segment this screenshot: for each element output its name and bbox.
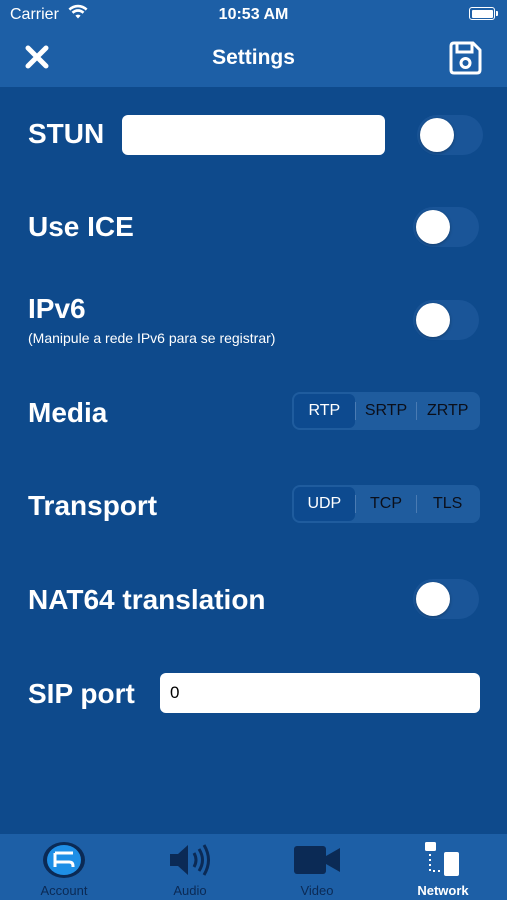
tab-network-label: Network [417, 883, 469, 898]
use-ice-toggle[interactable] [413, 207, 479, 247]
transport-option-udp[interactable]: UDP [294, 487, 355, 521]
sip-port-input[interactable]: 0 [160, 673, 480, 713]
page-title: Settings [212, 46, 295, 69]
network-icon [425, 842, 459, 876]
tab-bar: Account Audio Video Network [0, 834, 507, 900]
transport-option-tls[interactable]: TLS [417, 487, 478, 521]
stun-toggle[interactable] [417, 115, 483, 155]
tab-audio[interactable]: Audio [127, 834, 253, 900]
media-segmented-control: RTP SRTP ZRTP [292, 392, 480, 430]
media-label: Media [28, 397, 108, 428]
nat64-label: NAT64 translation [28, 584, 266, 615]
tab-audio-label: Audio [173, 883, 207, 898]
ipv6-toggle[interactable] [413, 300, 479, 340]
transport-segmented-control: UDP TCP TLS [292, 485, 480, 523]
tab-account[interactable]: Account [1, 834, 127, 900]
ipv6-subtitle: (Manipule a rede IPv6 para se registrar) [28, 330, 276, 346]
tab-network[interactable]: Network [380, 834, 506, 900]
speaker-icon [170, 844, 210, 876]
media-option-zrtp[interactable]: ZRTP [417, 394, 478, 428]
transport-option-tcp[interactable]: TCP [356, 487, 417, 521]
sip-port-label: SIP port [28, 678, 135, 709]
save-icon [449, 41, 482, 75]
media-option-rtp[interactable]: RTP [294, 394, 355, 428]
account-icon [43, 842, 85, 878]
media-option-srtp[interactable]: SRTP [356, 394, 417, 428]
battery-icon [469, 7, 498, 20]
status-time: 10:53 AM [218, 6, 289, 23]
nat64-toggle[interactable] [413, 579, 479, 619]
use-ice-label: Use ICE [28, 211, 134, 242]
ipv6-label: IPv6 [28, 293, 86, 324]
video-camera-icon [294, 846, 340, 874]
status-bar: Carrier 10:53 AM [0, 0, 507, 30]
stun-input[interactable] [122, 115, 385, 155]
navigation-header: Settings [0, 30, 507, 87]
transport-label: Transport [28, 490, 158, 521]
save-button[interactable] [447, 40, 483, 76]
tab-video[interactable]: Video [254, 834, 380, 900]
stun-label: STUN [28, 118, 105, 149]
tab-account-label: Account [40, 883, 88, 898]
tab-video-label: Video [300, 883, 334, 898]
